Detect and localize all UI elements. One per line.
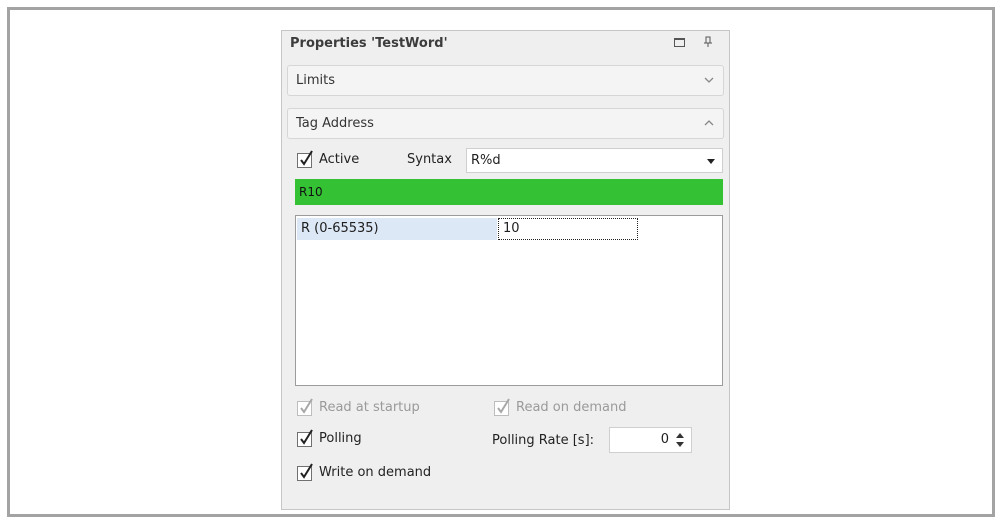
panel-title: Properties 'TestWord' bbox=[290, 36, 448, 51]
polling-rate-label: Polling Rate [s]: bbox=[492, 433, 595, 448]
syntax-value: R%d bbox=[471, 153, 501, 168]
limits-label: Limits bbox=[296, 73, 335, 88]
tag-address-label: Tag Address bbox=[296, 116, 374, 131]
polling-rate-value: 0 bbox=[660, 432, 669, 447]
pin-icon[interactable] bbox=[701, 35, 715, 49]
parameter-name-cell[interactable]: R (0-65535) bbox=[297, 218, 497, 240]
limits-section-header[interactable]: Limits bbox=[287, 65, 724, 96]
syntax-label: Syntax bbox=[407, 152, 452, 167]
checkmark-icon bbox=[497, 398, 510, 414]
checkmark-icon bbox=[300, 463, 313, 479]
parameter-value: 10 bbox=[503, 221, 520, 236]
chevron-up-icon bbox=[704, 120, 714, 126]
active-label: Active bbox=[319, 152, 360, 167]
spin-down-icon[interactable] bbox=[676, 442, 684, 447]
polling-rate-spinner[interactable]: 0 bbox=[609, 427, 692, 453]
write-on-demand-label: Write on demand bbox=[319, 465, 432, 480]
polling-label: Polling bbox=[319, 431, 362, 446]
spin-up-icon[interactable] bbox=[676, 433, 684, 438]
active-checkbox[interactable] bbox=[297, 150, 313, 168]
parameter-name: R (0-65535) bbox=[301, 221, 379, 236]
checkmark-icon bbox=[300, 429, 313, 445]
read-at-startup-checkbox[interactable] bbox=[297, 398, 313, 416]
checkmark-icon bbox=[300, 398, 313, 414]
dropdown-arrow-icon bbox=[707, 159, 715, 164]
chevron-down-icon bbox=[704, 77, 714, 83]
read-on-demand-label: Read on demand bbox=[516, 400, 627, 415]
maximize-icon[interactable] bbox=[672, 35, 686, 49]
write-on-demand-checkbox[interactable] bbox=[297, 463, 313, 481]
address-result-bar: R10 bbox=[295, 179, 723, 205]
table-row: R (0-65535) 10 bbox=[297, 218, 721, 240]
read-on-demand-checkbox[interactable] bbox=[494, 398, 510, 416]
parameter-value-input[interactable]: 10 bbox=[498, 218, 638, 240]
properties-panel: Properties 'TestWord' Limits Tag Address… bbox=[281, 30, 730, 510]
tag-address-section-header[interactable]: Tag Address bbox=[287, 108, 724, 139]
polling-checkbox[interactable] bbox=[297, 429, 313, 447]
read-at-startup-label: Read at startup bbox=[319, 400, 420, 415]
address-parameter-table: R (0-65535) 10 bbox=[295, 215, 723, 386]
syntax-dropdown[interactable]: R%d bbox=[466, 148, 723, 173]
address-value: R10 bbox=[299, 185, 323, 199]
checkmark-icon bbox=[300, 150, 313, 166]
